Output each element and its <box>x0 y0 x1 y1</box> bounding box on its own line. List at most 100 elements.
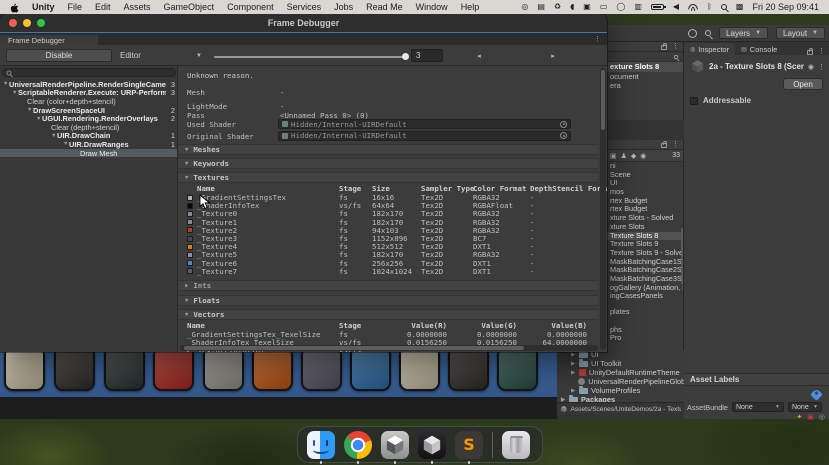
section-keywords[interactable]: ▼ Keywords <box>178 158 598 169</box>
red-bin-thumb[interactable] <box>153 350 194 391</box>
tree-search-input[interactable] <box>2 68 176 77</box>
folder-item-volume-profiles[interactable]: ▶ VolumeProfiles <box>557 385 684 395</box>
character-thumb[interactable] <box>301 350 342 391</box>
sample-project-thumb[interactable] <box>399 350 440 391</box>
menu-help[interactable]: Help <box>461 2 480 12</box>
tree-row[interactable]: ▼ DrawScreenSpaceUI 2 <box>0 106 177 115</box>
folder-item-urp-global-settings[interactable]: ▶ UniversalRenderPipelineGlobalSet <box>557 377 684 386</box>
next-event-button[interactable]: ▸ <box>522 48 584 63</box>
menu-edit[interactable]: Edit <box>95 2 111 12</box>
dark-art-thumb[interactable] <box>54 350 95 391</box>
checkbox-icon[interactable]: ▣ <box>583 3 591 11</box>
open-button[interactable]: Open <box>783 78 823 90</box>
activity-icon[interactable]: ✦ <box>796 413 802 421</box>
folder-item-ui-toolkit[interactable]: ▶ UI Toolkit <box>557 358 684 368</box>
event-slider[interactable] <box>214 52 409 60</box>
used-shader-field[interactable]: Hidden/Internal-UIRDefault <box>278 119 571 129</box>
menu-window[interactable]: Window <box>416 2 448 12</box>
section-vectors[interactable]: ▼ Vectors <box>178 309 598 320</box>
lock-icon[interactable] <box>807 48 813 55</box>
kebab-menu-icon[interactable]: ⋮ <box>818 48 825 55</box>
kebab-menu-icon[interactable]: ⋮ <box>672 43 679 50</box>
tv-icon[interactable]: ▭ <box>600 3 608 11</box>
info-icon[interactable]: ◉ <box>640 152 646 160</box>
backup-icon[interactable]: ▥ <box>634 3 642 11</box>
tree-row[interactable]: Clear (color+depth+stencil) <box>0 97 177 106</box>
lock-icon[interactable] <box>661 141 667 148</box>
unity-hub-icon[interactable] <box>381 430 409 464</box>
kebab-menu-icon[interactable]: ⋮ <box>594 35 601 43</box>
section-textures[interactable]: ▼ Textures <box>178 172 598 183</box>
section-floats[interactable]: ▼ Floats <box>178 295 598 306</box>
wifi-icon[interactable] <box>688 4 698 10</box>
details-horizontal-scrollbar[interactable] <box>180 345 598 351</box>
project-list-item[interactable]: Pro <box>607 334 683 343</box>
menu-services[interactable]: Services <box>287 2 322 12</box>
menu-file[interactable]: File <box>68 2 83 12</box>
prev-event-button[interactable]: ◂ <box>448 48 510 63</box>
bluetooth-icon[interactable]: ᛒ <box>707 3 712 11</box>
minimize-button[interactable] <box>23 19 31 27</box>
menu-readme[interactable]: Read Me <box>366 2 403 12</box>
menu-jobs[interactable]: Jobs <box>334 2 353 12</box>
object-picker-icon[interactable] <box>560 132 567 139</box>
tree-row-selected[interactable]: Draw Mesh <box>0 149 177 158</box>
filter-icon[interactable]: ♟ <box>621 152 627 160</box>
menu-assets[interactable]: Assets <box>124 2 151 12</box>
hierarchy-item-camera[interactable]: era <box>607 81 683 91</box>
zoom-button[interactable] <box>37 19 45 27</box>
folder-item-packages[interactable]: ▶ Packages <box>557 394 684 402</box>
unity-editor-icon[interactable] <box>418 430 446 464</box>
lock-icon[interactable] <box>661 43 667 50</box>
menu-unity[interactable]: Unity <box>32 2 55 12</box>
disable-button[interactable]: Disable <box>6 49 112 62</box>
record-icon[interactable]: ◎ <box>521 3 528 11</box>
project-list-scrollbar[interactable] <box>681 228 683 284</box>
tab-console[interactable]: ▤ Console <box>735 43 783 55</box>
lava-thumb[interactable] <box>252 350 293 391</box>
texture-row[interactable]: _Texture7 fs 1024x1024 Tex2D DXT1- <box>187 267 590 276</box>
project-list-item[interactable]: ingCasesPanels <box>607 292 683 301</box>
volume-icon[interactable]: ◀ <box>673 3 679 11</box>
layout-dropdown[interactable]: Layout ▼ <box>776 27 825 39</box>
notch-icon[interactable]: ◖ <box>570 3 574 11</box>
asset-labels-header[interactable]: Asset Labels <box>684 373 829 386</box>
finder-icon[interactable] <box>307 430 335 464</box>
display-icon[interactable]: ▤ <box>537 3 545 11</box>
hierarchy-item-uidocument[interactable]: ocument <box>607 72 683 82</box>
sublime-text-icon[interactable]: S <box>455 430 483 464</box>
tree-row[interactable]: ▼ UIR.DrawRanges 1 <box>0 140 177 149</box>
apple-menu-icon[interactable] <box>10 2 19 13</box>
help-icon[interactable]: ◉ <box>808 63 814 71</box>
event-number-field[interactable]: 3 <box>411 49 443 62</box>
original-shader-field[interactable]: Hidden/Internal-UIRDefault <box>278 130 571 141</box>
window-titlebar[interactable]: Frame Debugger <box>0 14 607 32</box>
sample-project-thumb[interactable] <box>4 350 45 391</box>
assetbundle-variant-dropdown[interactable]: None ▼ <box>787 402 822 412</box>
kebab-menu-icon[interactable]: ⋮ <box>672 141 679 148</box>
game-view[interactable] <box>0 350 557 397</box>
assetbundle-dropdown[interactable]: None ▼ <box>731 402 784 412</box>
menu-component[interactable]: Component <box>227 2 274 12</box>
tree-row[interactable]: ▼ UIR.DrawChain 1 <box>0 131 177 140</box>
addressable-checkbox[interactable] <box>690 96 698 105</box>
section-ints[interactable]: ▶ Ints <box>178 280 598 291</box>
kebab-menu-icon[interactable]: ⋮ <box>818 63 825 71</box>
dark-art-thumb[interactable] <box>448 350 489 391</box>
filter-icon[interactable]: ▣ <box>610 152 617 160</box>
project-list-item[interactable]: plates <box>607 307 683 317</box>
journal-art-thumb[interactable] <box>104 350 145 391</box>
target-device-dropdown[interactable]: Editor ▼ <box>114 49 208 62</box>
hierarchy-item-scene[interactable]: exture Slots 8 <box>607 62 683 72</box>
spotlight-icon[interactable] <box>720 4 727 10</box>
editor-search-icon[interactable] <box>705 30 712 36</box>
menubar-clock[interactable]: Fri 20 Sep 09:41 <box>752 2 819 12</box>
menu-gameobject[interactable]: GameObject <box>164 2 215 12</box>
hierarchy-search-icon[interactable] <box>673 54 679 59</box>
details-vertical-scrollbar[interactable] <box>600 68 606 350</box>
layers-dropdown[interactable]: Layers ▼ <box>719 27 769 39</box>
bin-icon[interactable]: ♻ <box>554 3 561 11</box>
tab-inspector[interactable]: ◍ Inspector <box>684 43 736 55</box>
project-list-item[interactable]: Scene <box>607 170 683 180</box>
section-meshes[interactable]: ▼ Meshes <box>178 144 598 155</box>
